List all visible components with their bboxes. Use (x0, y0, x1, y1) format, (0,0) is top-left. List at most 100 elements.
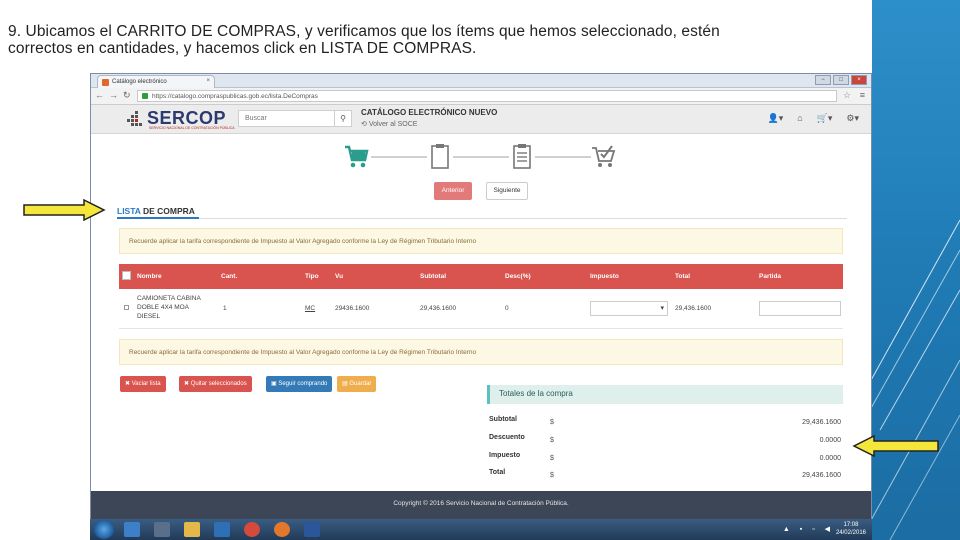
remove-selected-button[interactable]: ✖ Quitar seleccionados (179, 376, 252, 392)
total-value-subtotal: 29,436.1600 (802, 419, 841, 426)
word-icon[interactable] (304, 522, 320, 537)
browser-window: Catálogo electrónico × − □ × ← → ↻ https… (90, 73, 872, 520)
search-icon[interactable]: ⚲ (334, 111, 351, 126)
total-label-subtotal: Subtotal (489, 416, 517, 423)
section-title-highlight: LISTA (117, 206, 141, 216)
tab-bar: Catálogo electrónico × − □ × (91, 74, 871, 88)
cell-cant: 1 (223, 305, 227, 312)
wizard-step-cart-icon[interactable] (343, 142, 369, 170)
previous-button[interactable]: Anterior (434, 182, 472, 200)
currency-symbol: $ (550, 419, 554, 426)
impuesto-select[interactable]: ▾ (590, 301, 668, 316)
total-value-impuesto: 0.0000 (819, 455, 841, 462)
logo-subtitle: SERVICIO NACIONAL DE CONTRATACIÓN PÚBLIC… (149, 126, 235, 130)
url-field[interactable]: https://catalogo.compraspublicas.gob.ec/… (137, 90, 837, 102)
annotation-arrow-left (852, 435, 939, 457)
total-label-impuesto: Impuesto (489, 452, 521, 459)
back-link-label: Volver al SOCE (368, 121, 418, 128)
partida-input[interactable] (759, 301, 841, 316)
browser-tab[interactable]: Catálogo electrónico × (97, 75, 215, 88)
cell-total: 29,436.1600 (675, 305, 712, 312)
instruction-line-2: correctos en cantidades, y hacemos click… (8, 40, 477, 57)
currency-symbol: $ (550, 437, 554, 444)
save-icon: ▤ (342, 381, 348, 387)
header-icons: 👤▾ ⌂ 🛒▾ ⚙▾ (768, 113, 860, 124)
site-header: SERCOP SERVICIO NACIONAL DE CONTRATACIÓN… (91, 105, 871, 134)
player-icon[interactable] (214, 522, 230, 537)
tax-notice-bottom: Recuerde aplicar la tarifa correspondien… (119, 339, 843, 365)
sercop-logo[interactable]: SERCOP SERVICIO NACIONAL DE CONTRATACIÓN… (127, 107, 235, 131)
start-icon[interactable] (94, 520, 114, 539)
slide-instruction: 9. Ubicamos el CARRITO DE COMPRAS, y ver… (8, 23, 948, 57)
search-input[interactable] (239, 111, 335, 126)
home-icon[interactable]: ⌂ (797, 113, 802, 124)
col-cant: Cant. (221, 273, 238, 280)
col-impuesto: Impuesto (590, 273, 619, 280)
save-button[interactable]: ▤ Guardar (337, 376, 377, 392)
col-vu: Vu (335, 273, 344, 280)
total-label-descuento: Descuento (489, 434, 525, 441)
section-title-rest: DE COMPRA (140, 206, 195, 216)
totals-header: Totales de la compra (487, 385, 843, 404)
col-total: Total (675, 273, 691, 280)
nombre-line-3: DIESEL (137, 313, 161, 320)
bookmark-star-icon[interactable]: ☆ (843, 90, 851, 101)
window-controls: − □ × (815, 75, 867, 85)
url-text: https://catalogo.compraspublicas.gob.ec/… (152, 93, 318, 100)
select-all-checkbox[interactable] (122, 271, 131, 280)
reload-icon[interactable]: ↻ (123, 90, 131, 101)
table-header: Nombre Cant. Tipo Vu Subtotal Desc(%) Im… (119, 264, 843, 289)
currency-symbol: $ (550, 455, 554, 462)
continue-shopping-label: Seguir comprando (278, 381, 328, 387)
cell-nombre: CAMIONETA CABINA DOBLE 4X4 MOA DIESEL (137, 294, 201, 321)
firefox-icon[interactable] (274, 522, 290, 537)
chevron-down-icon: ▾ (660, 305, 664, 312)
gear-icon[interactable]: ⚙▾ (846, 113, 859, 124)
user-icon[interactable]: 👤▾ (768, 113, 784, 124)
cell-tipo[interactable]: MC (305, 305, 315, 312)
wizard-connector (371, 156, 427, 158)
next-button[interactable]: Siguiente (486, 182, 528, 200)
chrome-icon[interactable] (244, 522, 260, 537)
catalog-title: CATÁLOGO ELECTRÓNICO NUEVO (361, 108, 498, 117)
empty-list-button[interactable]: ✖ Vaciar lista (120, 376, 166, 392)
row-checkbox[interactable] (124, 305, 129, 310)
back-icon[interactable]: ← (95, 90, 104, 100)
wizard-step-cart-check-icon[interactable] (591, 142, 617, 170)
cart-icon[interactable]: 🛒▾ (817, 113, 833, 124)
continue-shopping-button[interactable]: ▣ Seguir comprando (266, 376, 333, 392)
wizard-connector (453, 156, 509, 158)
nombre-line-2: DOBLE 4X4 MOA (137, 304, 190, 311)
currency-symbol: $ (550, 472, 554, 479)
col-subtotal: Subtotal (420, 273, 446, 280)
col-partida: Partida (759, 273, 782, 280)
total-value-total: 29,436.1600 (802, 472, 841, 479)
system-tray-icons[interactable]: ▲ ▪ ▫ ◀ (783, 525, 834, 533)
wizard-connector (535, 156, 591, 158)
table-row: CAMIONETA CABINA DOBLE 4X4 MOA DIESEL 1 … (119, 289, 843, 329)
forward-icon[interactable]: → (109, 90, 118, 100)
shopping-list-tab[interactable]: LISTA DE COMPRA (117, 206, 195, 216)
windows-taskbar: ▲ ▪ ▫ ◀ 17:08 24/02/2016 (90, 519, 872, 540)
taskbar-clock[interactable]: 17:08 24/02/2016 (836, 521, 866, 537)
maximize-button[interactable]: □ (833, 75, 849, 85)
browser-menu-icon[interactable]: ≡ (860, 90, 865, 100)
clock-date: 24/02/2016 (835, 530, 866, 536)
total-value-descuento: 0.0000 (819, 437, 841, 444)
close-window-button[interactable]: × (851, 75, 867, 85)
wizard-step-list-icon[interactable] (509, 142, 535, 170)
back-to-soce-link[interactable]: ⟲ Volver al SOCE (361, 120, 417, 128)
search-box: ⚲ (238, 110, 352, 127)
media-icon[interactable] (154, 522, 170, 537)
active-tab-indicator (117, 217, 199, 219)
instruction-line-1: 9. Ubicamos el CARRITO DE COMPRAS, y ver… (8, 23, 720, 40)
x-icon: ✖ (125, 381, 131, 387)
decorative-lines (860, 219, 960, 540)
minimize-button[interactable]: − (815, 75, 831, 85)
tab-close-icon[interactable]: × (206, 78, 210, 84)
save-label: Guardar (349, 381, 372, 387)
wizard-step-clipboard-icon[interactable] (427, 142, 453, 170)
ie-icon[interactable] (124, 522, 140, 537)
folder-icon[interactable] (184, 522, 200, 537)
total-label-total: Total (489, 469, 506, 476)
